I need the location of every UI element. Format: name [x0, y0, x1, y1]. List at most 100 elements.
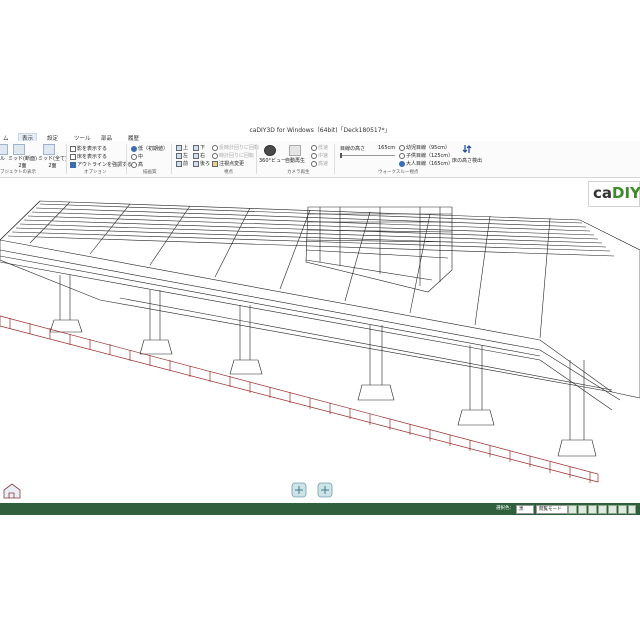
view-back-button[interactable]: 後ろ [193, 160, 210, 167]
view-left-button[interactable]: 左 [176, 152, 188, 159]
quality-low[interactable]: 低（初期値） [131, 145, 168, 152]
view-front-button[interactable]: 前 [176, 160, 188, 167]
display-button-section[interactable]: ミッド(断面) 2面 [8, 155, 37, 169]
deck-front-edge [0, 239, 613, 393]
settings-icon[interactable] [628, 505, 636, 514]
rotate-icon [212, 152, 218, 159]
speed-high-label: 高速 [318, 161, 329, 167]
footing-row [0, 315, 599, 483]
radio-icon [399, 144, 405, 151]
radio-icon [131, 153, 137, 160]
view-left-label: 左 [183, 153, 189, 159]
slider-thumb[interactable] [340, 153, 342, 158]
view-cube-icon [193, 152, 199, 159]
view-cube-icon [193, 160, 199, 167]
option-floor-label: 床を表示する [77, 154, 108, 160]
eye-adult[interactable]: 大人目線（165cm） [399, 160, 453, 167]
select-icon[interactable] [568, 505, 577, 514]
color-mode-select[interactable]: 黒 [516, 505, 534, 514]
option-floor[interactable]: 床を表示する [70, 153, 107, 160]
radio-icon [311, 160, 317, 167]
status-bar: 選択色： 黒 閲覧モード [0, 503, 640, 515]
separator [256, 144, 257, 174]
group-label-walkthrough: ウォークスルー視点 [378, 170, 419, 175]
speed-high[interactable]: 高速 [311, 160, 328, 167]
speed-mid[interactable]: 中速 [311, 152, 328, 159]
measure-icon[interactable] [608, 505, 617, 514]
radio-icon [311, 152, 317, 159]
rotate-ccw-button[interactable]: 反時計回りに回転 [212, 144, 259, 151]
autoplay-icon [289, 145, 301, 156]
eye-height-label: 目線の高さ [340, 146, 366, 152]
speed-low[interactable]: 低速 [311, 144, 328, 151]
eye-adult-label: 大人目線（165cm） [406, 161, 454, 167]
group-label-quality: 描画質 [143, 170, 157, 175]
view-bottom-label: 下 [200, 145, 206, 151]
rotate-icon[interactable] [598, 505, 607, 514]
radio-selected-icon [399, 160, 405, 167]
option-outline-label: アウトラインを強調する [77, 162, 133, 168]
separator [171, 144, 172, 174]
rails [0, 249, 621, 401]
focus-icon [212, 160, 218, 167]
view-right-button[interactable]: 右 [193, 152, 205, 159]
eye-infant-label: 幼児目線（95cm） [406, 145, 450, 151]
eye-infant[interactable]: 幼児目線（95cm） [399, 144, 450, 151]
quality-mid[interactable]: 中 [131, 153, 143, 160]
view-360-button[interactable]: 360°ビュー [259, 157, 286, 164]
group-label-display: ブジェクトの表示 [0, 170, 36, 175]
view-cube-icon [193, 144, 199, 151]
radio-selected-icon [131, 145, 137, 152]
group-label-options: オプション [84, 170, 107, 175]
eye-child[interactable]: 子供目線（125cm） [399, 152, 453, 159]
deck-fascia-lower [0, 261, 613, 411]
rotate-cw-label: 時計回りに回転 [219, 153, 255, 159]
view-cube-icon [176, 160, 182, 167]
change-focus-button[interactable]: 注視点変更 [212, 160, 244, 167]
floor-height-button[interactable]: 床の高さ検出 [452, 157, 482, 164]
checkbox-checked-icon [70, 161, 76, 168]
change-focus-label: 注視点変更 [219, 161, 245, 167]
3d-viewport[interactable] [0, 178, 640, 504]
home-view-icon[interactable] [3, 483, 21, 499]
separator [126, 144, 127, 174]
pan-icon[interactable] [578, 505, 587, 514]
option-shadow[interactable]: 影を表示する [70, 145, 107, 152]
checkbox-icon [70, 145, 76, 152]
eye-height-slider[interactable] [340, 155, 395, 156]
eye-child-label: 子供目線（125cm） [406, 153, 454, 159]
light-icon[interactable] [618, 505, 627, 514]
option-shadow-label: 影を表示する [77, 146, 108, 152]
option-outline[interactable]: アウトラインを強調する [70, 161, 132, 168]
view-360-icon [264, 145, 276, 156]
view-back-label: 後ろ [200, 161, 211, 167]
quality-mid-label: 中 [138, 154, 144, 160]
view-bottom-button[interactable]: 下 [193, 144, 205, 151]
ribbon: ル ミッド(断面) 2面 ミッド(全て) 2面 ブジェクトの表示 影を表示する … [0, 141, 640, 178]
view-mode-select[interactable]: 閲覧モード [536, 505, 568, 514]
floor-height-icon [462, 144, 472, 153]
navigation-icon[interactable] [291, 482, 333, 498]
deck-wireframe [0, 200, 640, 457]
display-button-1[interactable]: ル [0, 155, 5, 162]
separator [334, 144, 335, 174]
menu-bar: ム 表示 設定 ツール 部品 履歴 [0, 133, 640, 143]
view-cube-icon [176, 152, 182, 159]
view-top-label: 上 [183, 145, 189, 151]
rotate-cw-button[interactable]: 時計回りに回転 [212, 152, 254, 159]
radio-icon [311, 144, 317, 151]
autoplay-button[interactable]: 自動再生 [285, 157, 305, 164]
cube-section-icon [13, 144, 25, 155]
quality-high-label: 高 [138, 162, 144, 168]
zoom-icon[interactable] [588, 505, 597, 514]
separator [66, 144, 67, 174]
view-top-button[interactable]: 上 [176, 144, 188, 151]
display-button-all[interactable]: ミッド(全て) 2面 [38, 155, 67, 169]
quality-high[interactable]: 高 [131, 161, 143, 168]
radio-icon [399, 152, 405, 159]
cube-all-icon [43, 144, 55, 155]
eye-height-value: 165cm [378, 145, 396, 151]
view-cube-icon [176, 144, 182, 151]
view-right-label: 右 [200, 153, 206, 159]
rotate-ccw-label: 反時計回りに回転 [219, 145, 260, 151]
